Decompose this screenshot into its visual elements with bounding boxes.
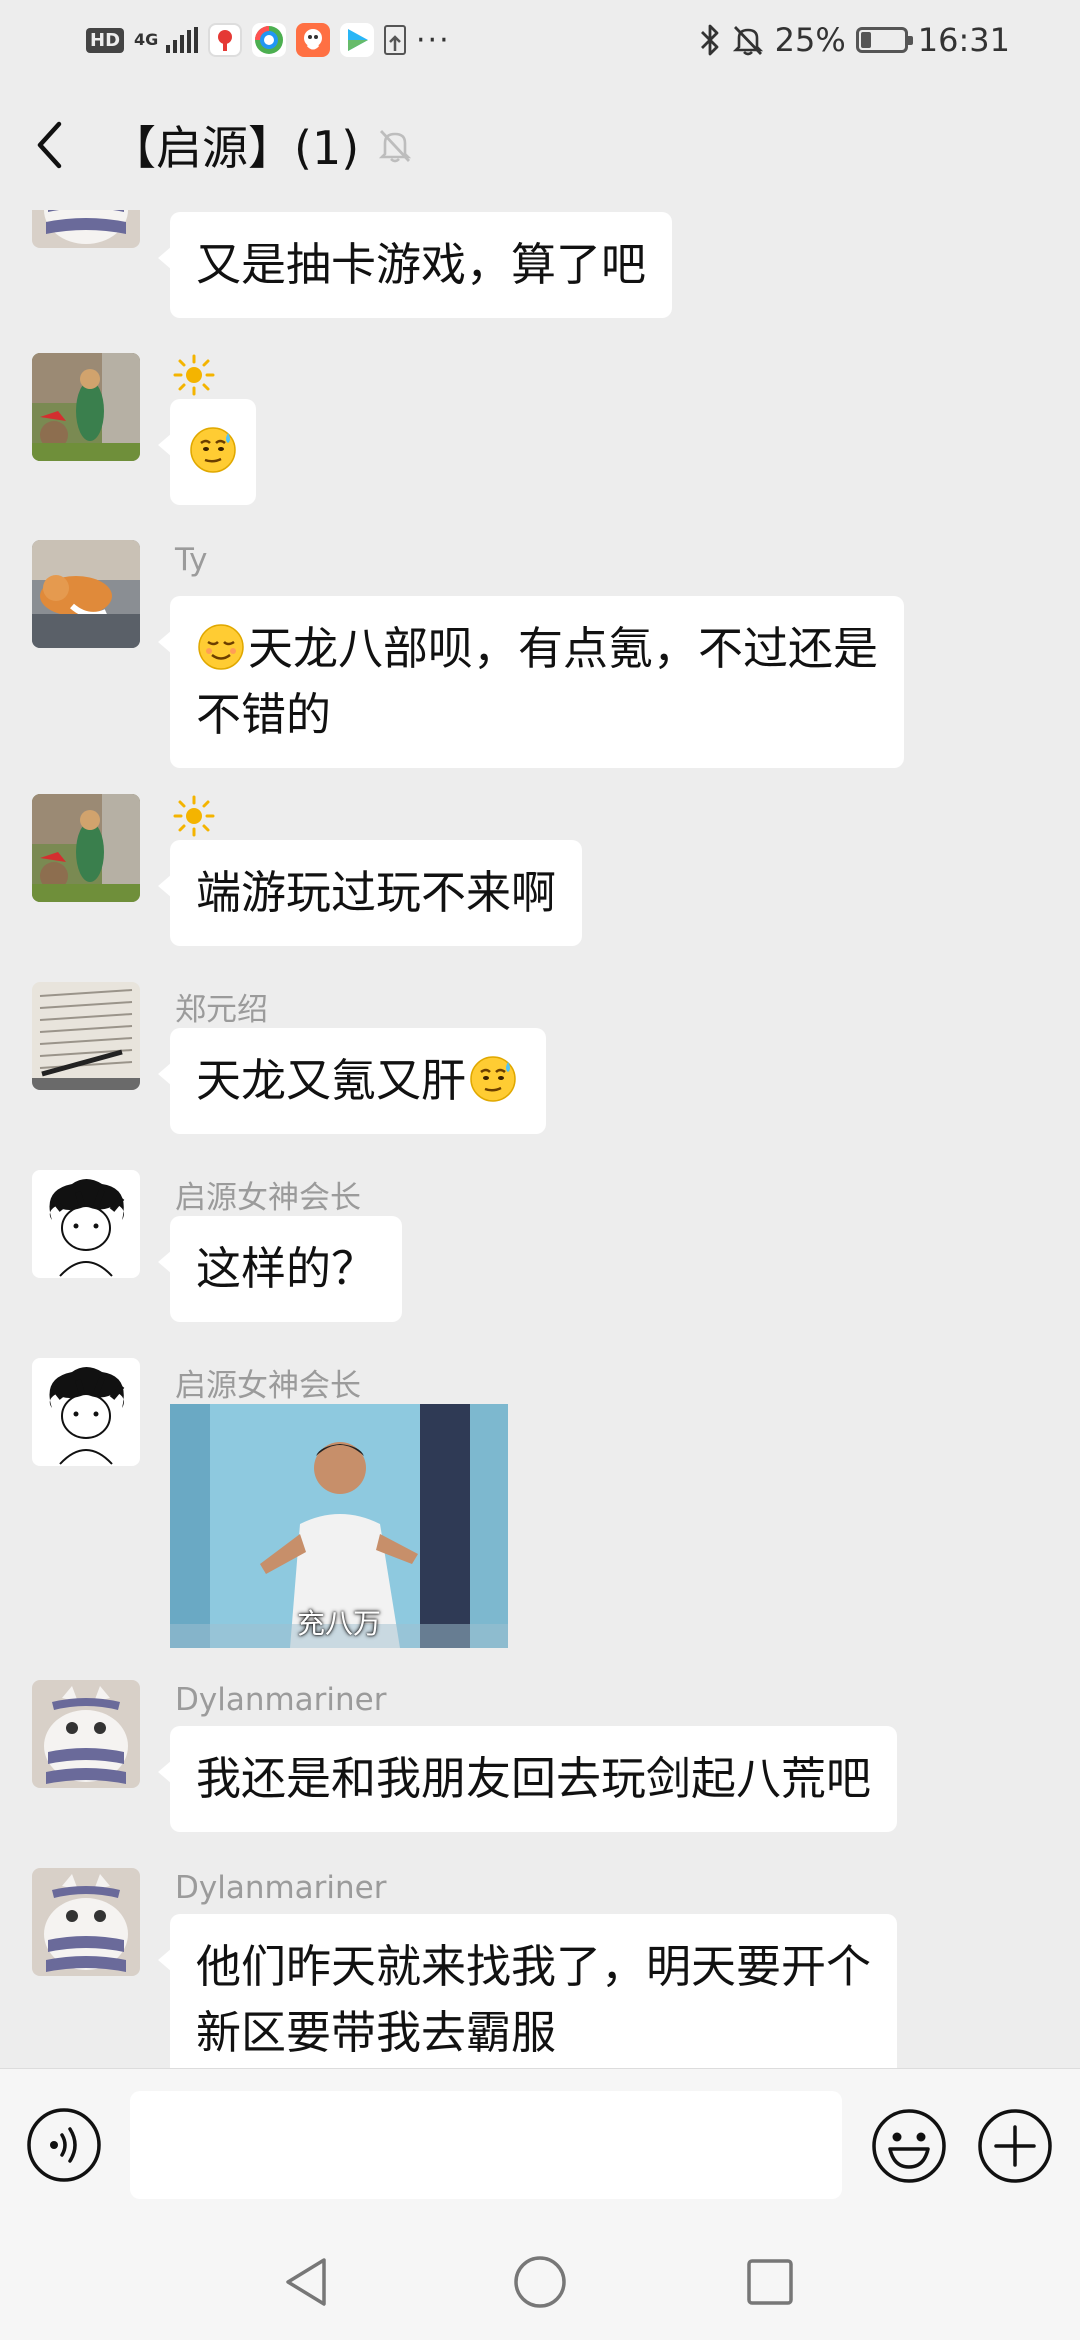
system-home-button[interactable] — [510, 2252, 570, 2312]
sun-nickname-icon — [173, 354, 215, 396]
battery-icon — [855, 27, 913, 53]
back-button[interactable] — [0, 80, 100, 210]
message-item: Dylanmariner 他们昨天就来找我了，明天要开个 新区要带我去霸服 — [32, 1868, 1032, 2068]
chat-title[interactable]: 【启源】(1) — [110, 112, 359, 178]
plus-icon — [978, 2109, 1052, 2183]
avatar[interactable] — [32, 210, 140, 248]
message-item: 端游玩过玩不来啊 — [32, 794, 1032, 974]
message-list[interactable]: 又是抽卡游戏，算了吧 Ty 天龙八部呗，有点氪，不过还是 不错的 端游玩过玩不来… — [0, 210, 1080, 2068]
avatar[interactable] — [32, 540, 140, 648]
mute-bell-icon — [732, 26, 763, 56]
bluetooth-icon — [700, 24, 719, 56]
voice-input-button[interactable] — [26, 2107, 102, 2183]
message-line: 天龙八部呗，有点氪，不过还是 — [196, 616, 878, 682]
smiley-icon — [872, 2109, 946, 2183]
sender-name: Dylanmariner — [175, 1870, 387, 1906]
signal-strength-icon — [166, 27, 199, 53]
gif-sticker-image[interactable]: 充八万 — [170, 1404, 508, 1648]
message-input-bar — [0, 2068, 1080, 2222]
voice-icon — [27, 2108, 101, 2182]
more-functions-button[interactable] — [976, 2107, 1054, 2185]
video-app-icon — [340, 23, 375, 57]
message-text: 端游玩过玩不来啊 — [196, 866, 557, 919]
square-recents-icon — [747, 2259, 793, 2305]
sun-nickname-icon — [173, 795, 215, 837]
avatar[interactable] — [32, 1170, 140, 1278]
message-bubble[interactable] — [158, 399, 256, 505]
message-bubble[interactable]: 他们昨天就来找我了，明天要开个 新区要带我去霸服 — [157, 1914, 898, 2068]
clock: 16:31 — [917, 21, 1010, 59]
message-item: 启源女神会长 充八万 — [32, 1358, 1032, 1658]
message-bubble[interactable]: 又是抽卡游戏，算了吧 — [157, 212, 673, 318]
chat-header: 【启源】(1) — [0, 80, 1080, 210]
message-text: 天龙八部呗，有点氪，不过还是 — [248, 622, 879, 675]
message-item: Dylanmariner 我还是和我朋友回去玩剑起八荒吧 — [32, 1680, 1032, 1860]
message-text: 这样的？ — [196, 1242, 377, 1295]
message-bubble[interactable]: 端游玩过玩不来啊 — [157, 840, 583, 946]
avatar[interactable] — [32, 1358, 140, 1466]
sly-smile-emoji-icon — [198, 624, 244, 670]
battery-percentage: 25% — [774, 21, 846, 59]
system-back-button[interactable] — [278, 2252, 338, 2312]
network-type-label: 4G — [134, 30, 159, 49]
wechat-group-chat-screen: HD 4G ··· 25% 16:31 【启源】(1) 又是抽卡游戏，算了吧 T… — [0, 0, 1080, 2340]
status-bar: HD 4G ··· 25% 16:31 — [0, 0, 1080, 80]
status-bar-left: HD 4G ··· — [86, 23, 451, 58]
sender-name: 启源女神会长 — [175, 1180, 361, 1216]
chevron-left-icon — [37, 121, 62, 169]
sender-name: 郑元绍 — [175, 992, 268, 1028]
emoji-picker-button[interactable] — [870, 2107, 948, 2185]
more-notifications-icon: ··· — [416, 22, 451, 58]
download-notification-icon — [384, 25, 407, 55]
maps-app-icon — [208, 23, 243, 57]
sender-name: Ty — [175, 542, 208, 578]
message-text: 又是抽卡游戏，算了吧 — [196, 238, 647, 291]
message-text: 天龙又氪又肝 — [196, 1054, 467, 1107]
avatar[interactable] — [32, 1868, 140, 1976]
triangle-back-icon — [286, 2258, 326, 2306]
message-bubble[interactable]: 我还是和我朋友回去玩剑起八荒吧 — [157, 1726, 898, 1832]
hd-voice-icon: HD — [86, 27, 125, 53]
sender-name: Dylanmariner — [175, 1682, 387, 1718]
circle-home-icon — [514, 2256, 566, 2308]
message-item — [32, 353, 1032, 533]
message-item: 郑元绍 天龙又氪又肝 — [32, 982, 1032, 1162]
sweat-smile-emoji-icon — [190, 427, 236, 473]
message-bubble[interactable]: 天龙又氪又肝 — [157, 1028, 547, 1134]
game-app-icon — [296, 23, 331, 57]
message-bubble[interactable]: 这样的？ — [157, 1216, 403, 1322]
status-bar-right: 25% 16:31 — [699, 21, 1010, 59]
avatar[interactable] — [32, 353, 140, 461]
system-recents-button[interactable] — [740, 2252, 800, 2312]
message-text-input[interactable] — [130, 2091, 842, 2199]
message-line: 他们昨天就来找我了，明天要开个 — [196, 1940, 872, 1993]
avatar[interactable] — [32, 1680, 140, 1788]
mute-status-icon — [375, 125, 415, 165]
message-text: 我还是和我朋友回去玩剑起八荒吧 — [196, 1752, 872, 1805]
message-line: 不错的 — [196, 688, 332, 741]
gif-caption: 充八万 — [296, 1607, 381, 1640]
system-navigation-bar — [0, 2222, 1080, 2340]
avatar[interactable] — [32, 794, 140, 902]
message-item: 启源女神会长 这样的？ — [32, 1170, 1032, 1350]
message-item: 又是抽卡游戏，算了吧 — [32, 210, 1032, 320]
message-line: 新区要带我去霸服 — [196, 2006, 557, 2059]
sweat-smile-emoji-icon — [470, 1056, 516, 1102]
message-item: Ty 天龙八部呗，有点氪，不过还是 不错的 — [32, 540, 1032, 780]
message-bubble[interactable]: 天龙八部呗，有点氪，不过还是 不错的 — [157, 596, 905, 768]
avatar[interactable] — [32, 982, 140, 1090]
browser-app-icon — [252, 23, 287, 57]
sender-name: 启源女神会长 — [175, 1368, 361, 1404]
